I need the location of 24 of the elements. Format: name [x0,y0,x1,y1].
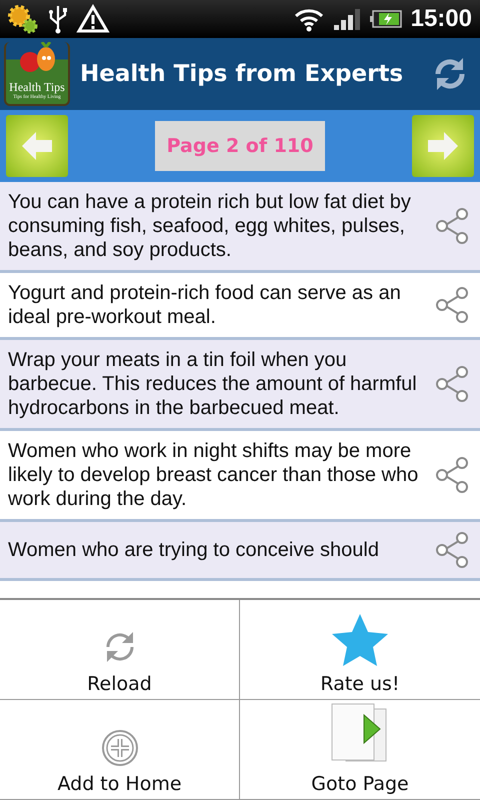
page-label: Page 2 of 110 [154,121,326,171]
right-arrow-icon [426,129,460,163]
next-button[interactable] [412,115,474,177]
tip-row[interactable]: Women who are trying to conceive should [0,522,480,581]
menu-item[interactable]: Add to Home [0,700,240,800]
menu-item[interactable]: Reload [0,600,240,700]
gear-icon [6,4,40,34]
tip-row[interactable]: Wrap your meats in a tin foil when you barbecue. This reduces the amount of harmful hydrocarbons in the barbecued meat. [0,340,480,431]
tip-text: Wrap your meats in a tin foil when you barbecue. This reduces the amount of harmful hydrocarbons in the barbecued meat. [8,348,418,420]
battery-icon [368,9,403,29]
previous-button[interactable] [6,115,68,177]
logo-title: Health Tips [9,80,65,94]
add-icon [100,729,138,767]
tip-text: Yogurt and protein-rich food can serve as an ideal pre-workout meal. [8,281,402,329]
signal-icon [332,7,361,31]
status-time: 15:00 [410,5,472,33]
tip-text: You can have a protein rich but low fat diet by consuming fish, seafood, egg whites, pulses, beans, and soy products. [8,190,412,262]
star-icon [331,613,389,667]
warning-icon [76,4,110,34]
app-title: Health Tips from Experts [80,61,404,87]
tip-text: Women who are trying to conceive should [8,538,380,562]
usb-icon [48,4,68,34]
tip-row[interactable]: You can have a protein rich but low fat diet by consuming fish, seafood, egg whites, pulses, beans, and soy products. [0,182,480,273]
tip-text: Women who work in night shifts may be more likely to develop breast cancer than those who work during the day. [8,439,420,511]
